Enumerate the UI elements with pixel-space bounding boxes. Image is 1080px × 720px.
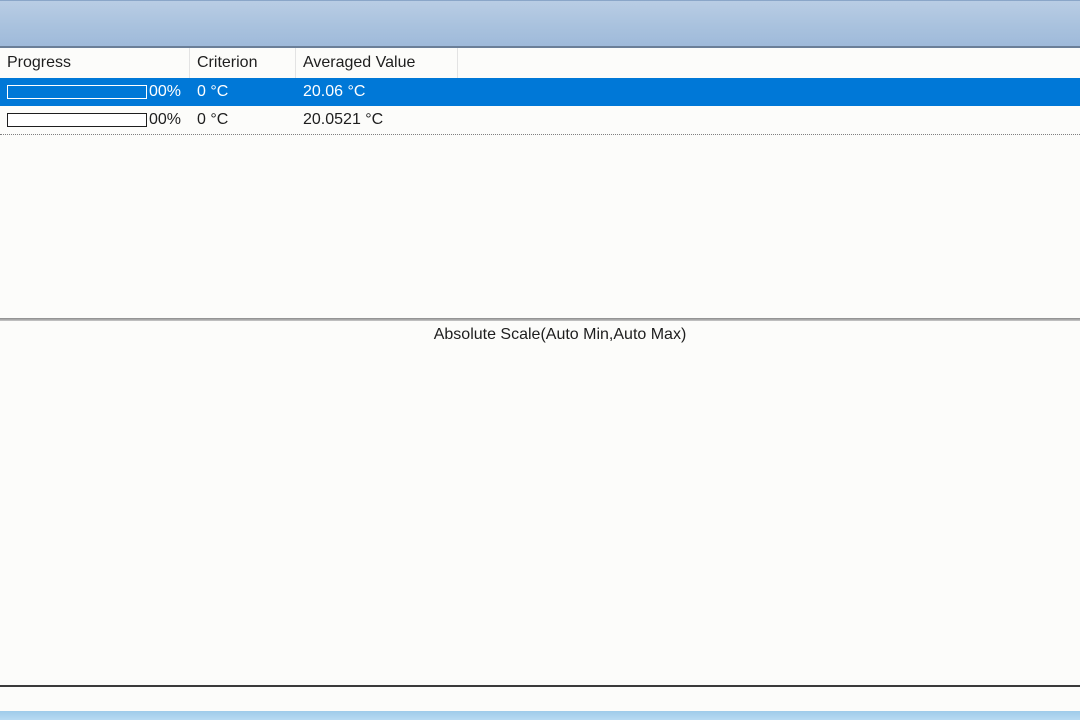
chart-scale-title: Absolute Scale(Auto Min,Auto Max) — [433, 326, 687, 343]
progress-bar — [7, 113, 147, 127]
taskbar-edge — [0, 711, 1080, 720]
status-bar — [0, 687, 1080, 711]
criterion-cell: 0 °C — [197, 111, 229, 128]
progress-percent-text: 00% — [149, 111, 182, 128]
list-header: Progress Criterion Averaged Value — [0, 48, 1080, 78]
list-row[interactable]: 00% 0 °C 20.06 °C — [0, 78, 1080, 106]
measurement-list[interactable]: Progress Criterion Averaged Value 00% 0 … — [0, 48, 1080, 318]
averaged-value-cell: 20.06 °C — [303, 83, 366, 100]
progress-percent-text: 00% — [149, 83, 182, 100]
chart-panel[interactable]: Absolute Scale(Auto Min,Auto Max) — [0, 321, 1080, 685]
averaged-value-cell: 20.0521 °C — [303, 111, 384, 128]
app-window: Progress Criterion Averaged Value 00% 0 … — [0, 0, 1080, 720]
list-row[interactable]: 00% 0 °C 20.0521 °C — [0, 106, 1080, 135]
progress-bar — [7, 85, 147, 99]
progress-cell: 00% — [7, 78, 185, 106]
column-header-averaged-value[interactable]: Averaged Value — [296, 48, 458, 78]
list-rows: 00% 0 °C 20.06 °C 00% 0 °C 20.0521 °C — [0, 78, 1080, 135]
title-bar[interactable] — [0, 0, 1080, 46]
column-header-criterion[interactable]: Criterion — [190, 48, 296, 78]
progress-cell: 00% — [7, 106, 185, 134]
column-header-progress[interactable]: Progress — [0, 48, 190, 78]
criterion-cell: 0 °C — [197, 83, 229, 100]
